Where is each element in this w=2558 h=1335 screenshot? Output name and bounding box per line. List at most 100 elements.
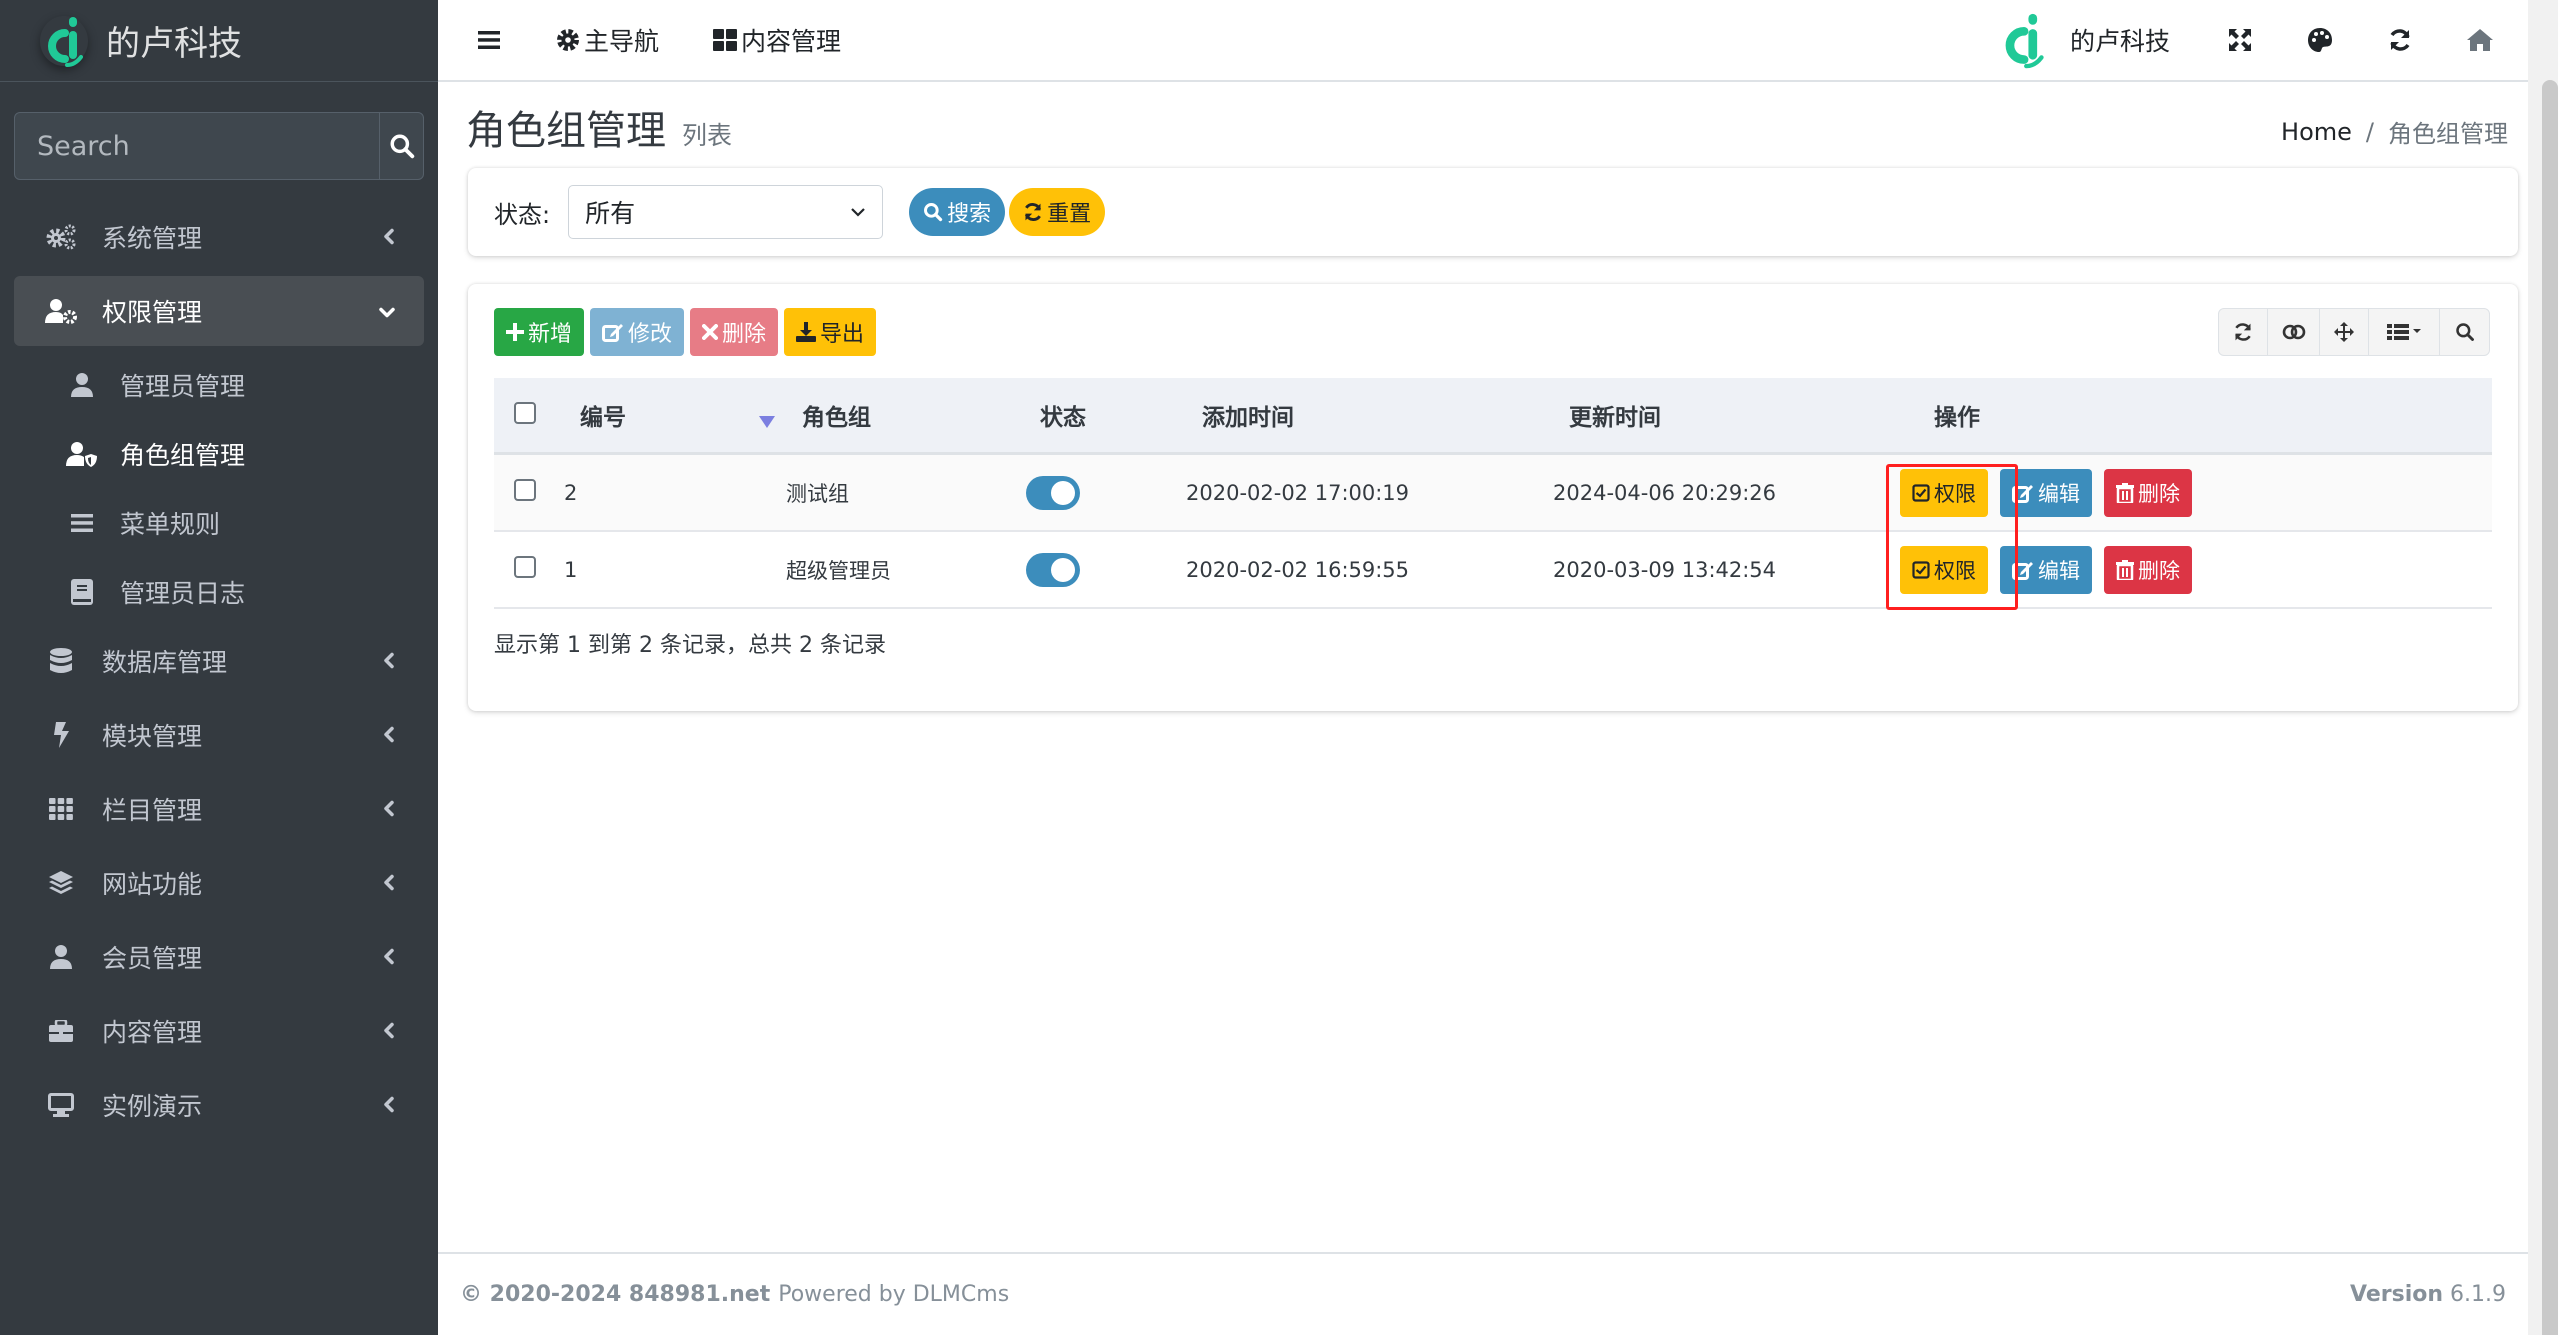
row-delete-button-label: 删除 — [2138, 482, 2180, 506]
breadcrumb-home[interactable]: Home — [2281, 118, 2352, 146]
nav-main-label: 主导航 — [584, 27, 660, 56]
trash-icon — [2116, 560, 2134, 580]
sidebar-item-members[interactable]: 会员管理 — [14, 922, 424, 992]
search-icon — [390, 134, 414, 159]
sidebar-item-modules[interactable]: 模块管理 — [14, 700, 424, 770]
reset-button[interactable]: 重置 — [1009, 188, 1106, 236]
sidebar-subitem-label: 管理员管理 — [120, 371, 246, 401]
sidebar-item-label: 实例演示 — [102, 1092, 203, 1121]
search-icon — [2455, 323, 2474, 341]
edit-button-label: 修改 — [628, 322, 673, 347]
add-button-label: 新增 — [528, 322, 573, 347]
row-delete-button[interactable]: 删除 — [2104, 546, 2192, 594]
row-checkbox[interactable] — [514, 556, 536, 578]
user-shield-icon — [64, 437, 100, 471]
scrollbar-thumb[interactable] — [2542, 80, 2558, 1335]
user-icon — [64, 368, 100, 402]
table-tools — [2218, 308, 2490, 356]
row-edit-button[interactable]: 编辑 — [2000, 546, 2092, 594]
status-toggle[interactable] — [1026, 553, 1080, 587]
sidebar-subitem-menu-rules[interactable]: 菜单规则 — [14, 488, 424, 557]
column-header-updated-time[interactable]: 更新时间 — [1569, 398, 1661, 432]
chevron-left-icon — [382, 1091, 396, 1120]
refresh-table-button[interactable] — [2219, 309, 2268, 355]
delete-button[interactable]: 删除 — [690, 308, 779, 356]
delete-button-label: 删除 — [722, 322, 767, 347]
column-header-role-group[interactable]: 角色组 — [802, 398, 871, 432]
fullscreen-button[interactable] — [2220, 20, 2260, 60]
nav-content-link[interactable]: 内容管理 — [713, 22, 841, 58]
refresh-icon — [1025, 203, 1042, 221]
permission-button[interactable]: 权限 — [1900, 546, 1988, 594]
table-toolbar: 新增 修改 删除 导出 — [494, 308, 882, 356]
cogs-icon — [44, 220, 78, 254]
role-group-table: 编号 角色组 状态 添加时间 更新时间 操作 2 测试组 2020-02-02 … — [494, 378, 2492, 610]
home-icon — [2467, 29, 2493, 51]
table-header: 编号 角色组 状态 添加时间 更新时间 操作 — [494, 378, 2492, 455]
column-header-status[interactable]: 状态 — [1040, 398, 1086, 432]
th-large-icon — [713, 29, 738, 51]
add-button[interactable]: 新增 — [494, 308, 585, 356]
row-delete-button[interactable]: 删除 — [2104, 469, 2192, 517]
sidebar-item-label: 会员管理 — [102, 944, 203, 973]
download-icon — [796, 322, 817, 342]
sidebar-item-system[interactable]: 系统管理 — [14, 202, 424, 272]
sidebar-item-demos[interactable]: 实例演示 — [14, 1070, 424, 1140]
brand[interactable]: 的卢科技 — [0, 0, 438, 82]
sidebar-item-database[interactable]: 数据库管理 — [14, 626, 424, 696]
refresh-icon — [2390, 29, 2410, 51]
footer-powered: Powered by DLMCms — [778, 1282, 1010, 1307]
page-scrollbar[interactable] — [2528, 0, 2558, 1335]
nav-main-link[interactable]: 主导航 — [556, 22, 659, 58]
sidebar-item-columns[interactable]: 栏目管理 — [14, 774, 424, 844]
select-all-checkbox[interactable] — [514, 402, 536, 424]
header-brand[interactable]: 的卢科技 — [1998, 11, 2170, 69]
reset-button-label: 重置 — [1047, 202, 1092, 227]
sort-desc-icon[interactable] — [759, 416, 775, 428]
chevron-left-icon — [382, 647, 396, 676]
cell-updated-time: 2020-03-09 13:42:54 — [1553, 557, 1777, 582]
table-search-button[interactable] — [2440, 309, 2489, 355]
row-edit-button-label: 编辑 — [2038, 559, 2080, 583]
sidebar-item-label: 权限管理 — [102, 298, 203, 327]
sidebar-item-content[interactable]: 内容管理 — [14, 996, 424, 1066]
row-checkbox[interactable] — [514, 479, 536, 501]
cell-updated-time: 2024-04-06 20:29:26 — [1553, 480, 1777, 505]
search-button[interactable]: 搜索 — [909, 188, 1006, 236]
layers-icon — [44, 866, 78, 900]
cell-role-group: 测试组 — [786, 481, 849, 506]
columns-dropdown-button[interactable] — [2369, 309, 2440, 355]
row-edit-button[interactable]: 编辑 — [2000, 469, 2092, 517]
footer-copyright[interactable]: © 2020-2024 848981.net — [460, 1282, 770, 1307]
sidebar-subitem-role-groups[interactable]: 角色组管理 — [14, 419, 424, 488]
cell-added-time: 2020-02-02 16:59:55 — [1186, 557, 1410, 582]
status-toggle[interactable] — [1026, 476, 1080, 510]
sidebar-toggle-button[interactable] — [478, 30, 502, 50]
sidebar-search-button[interactable] — [379, 113, 423, 179]
breadcrumb-separator: / — [2365, 117, 2374, 146]
column-header-added-time[interactable]: 添加时间 — [1202, 398, 1294, 432]
gear-icon — [557, 29, 579, 51]
status-select[interactable]: 所有 — [568, 185, 884, 239]
permission-button[interactable]: 权限 — [1900, 469, 1988, 517]
table-card: 新增 修改 删除 导出 编号 角色组 状态 添加时间 更新时间 操作 2 测试组… — [468, 284, 2518, 711]
toggle-view-button[interactable] — [2268, 309, 2320, 355]
sidebar-subitem-admins[interactable]: 管理员管理 — [14, 350, 424, 419]
book-icon — [64, 575, 100, 609]
briefcase-icon — [44, 1014, 78, 1048]
move-rows-button[interactable] — [2320, 309, 2369, 355]
database-icon — [44, 644, 78, 678]
sidebar-item-permissions[interactable]: 权限管理 — [14, 276, 424, 346]
refresh-button[interactable] — [2380, 20, 2420, 60]
sidebar-subitem-admin-logs[interactable]: 管理员日志 — [14, 557, 424, 626]
theme-button[interactable] — [2300, 20, 2340, 60]
edit-button[interactable]: 修改 — [590, 308, 685, 356]
home-button[interactable] — [2460, 20, 2500, 60]
sidebar-item-site-features[interactable]: 网站功能 — [14, 848, 424, 918]
chevron-down-icon — [378, 297, 396, 326]
breadcrumb: Home / 角色组管理 — [2281, 114, 2508, 149]
chevron-left-icon — [382, 943, 396, 972]
export-button[interactable]: 导出 — [784, 308, 877, 356]
sidebar-search-input[interactable] — [15, 113, 379, 179]
column-header-id[interactable]: 编号 — [580, 398, 626, 432]
